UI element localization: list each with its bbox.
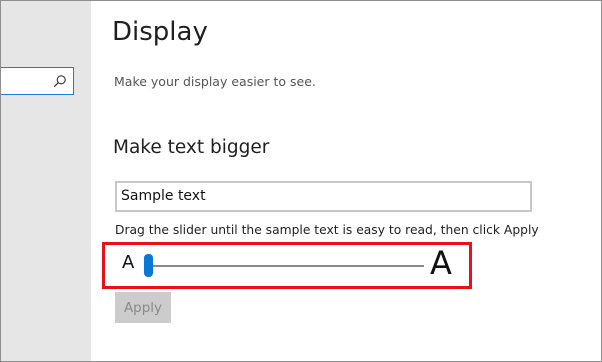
text-size-slider-track[interactable] [149, 265, 424, 267]
slider-min-label: A [122, 252, 135, 273]
settings-window: Display Make your display easier to see.… [0, 0, 602, 362]
page-title: Display [112, 17, 208, 47]
apply-button[interactable]: Apply [115, 292, 171, 323]
slider-instruction: Drag the slider until the sample text is… [115, 223, 539, 237]
slider-max-label: A [430, 244, 452, 282]
page-subtitle: Make your display easier to see. [114, 74, 316, 89]
section-title-make-text-bigger: Make text bigger [113, 137, 270, 158]
sidebar [1, 1, 91, 361]
search-box[interactable] [1, 67, 74, 95]
text-size-slider-thumb[interactable] [144, 254, 153, 277]
sample-text-preview: Sample text [115, 181, 532, 212]
search-icon[interactable] [53, 74, 67, 88]
display-settings-panel: Display Make your display easier to see.… [91, 1, 601, 361]
